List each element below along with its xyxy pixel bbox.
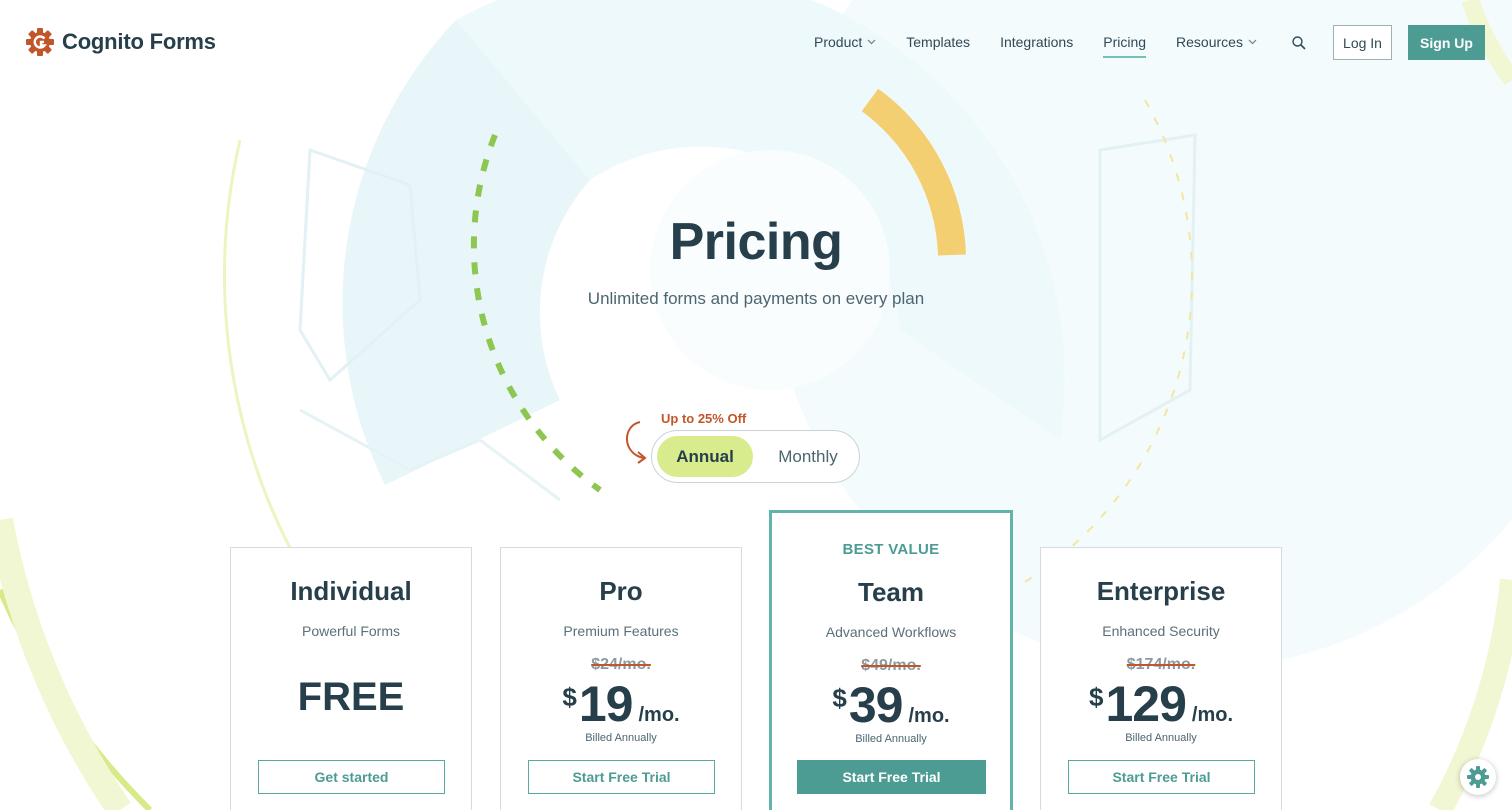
billing-toggle: Annual Monthly — [651, 430, 860, 483]
plan-card-pro: Pro Premium Features $24/mo. $ 19 /mo. B… — [500, 547, 742, 810]
start-free-trial-button[interactable]: Start Free Trial — [797, 760, 986, 794]
plan-tagline: Enhanced Security — [1102, 623, 1220, 639]
page-subtitle: Unlimited forms and payments on every pl… — [587, 289, 925, 308]
price-amount: 39 — [848, 677, 904, 733]
currency-symbol: $ — [562, 682, 577, 712]
currency-symbol: $ — [1088, 682, 1104, 712]
signup-button[interactable]: Sign Up — [1408, 25, 1485, 60]
toggle-monthly[interactable]: Monthly — [760, 436, 856, 477]
get-started-button[interactable]: Get started — [258, 760, 445, 794]
help-widget-button[interactable] — [1460, 759, 1496, 795]
plan-name: Enterprise — [1096, 576, 1226, 606]
logo[interactable]: Cognito Forms — [26, 28, 216, 56]
curved-arrow-icon — [626, 421, 647, 464]
chevron-down-icon — [1248, 39, 1257, 45]
main-nav: Product Templates Integrations Pricing R… — [814, 32, 1287, 58]
old-price: $24/mo. — [591, 656, 651, 673]
discount-label: Up to 25% Off — [661, 411, 747, 426]
billing-note: Billed Annually — [585, 732, 657, 744]
plan-tagline: Powerful Forms — [301, 623, 401, 639]
start-free-trial-button[interactable]: Start Free Trial — [1068, 760, 1255, 794]
site-header: Cognito Forms Product Templates Integrat… — [0, 0, 1512, 84]
plan-name: Pro — [599, 576, 643, 606]
old-price: $174/mo. — [1126, 656, 1196, 673]
nav-pricing[interactable]: Pricing — [1103, 32, 1147, 58]
price-row: $ 129 /mo. — [1041, 676, 1281, 732]
nav-templates[interactable]: Templates — [906, 32, 970, 52]
billing-note: Billed Annually — [855, 733, 927, 745]
billing-note: Billed Annually — [1125, 732, 1197, 744]
gear-icon — [1467, 766, 1489, 788]
old-price: $49/mo. — [861, 657, 921, 674]
cog-logo-icon — [26, 28, 54, 56]
nav-integrations[interactable]: Integrations — [1000, 32, 1073, 52]
nav-integrations-label: Integrations — [1000, 34, 1074, 50]
price-period: /mo. — [638, 704, 680, 726]
price-row: $ 19 /mo. — [501, 676, 741, 732]
page-title: Pricing — [669, 213, 843, 271]
price-row: $ 39 /mo. — [772, 677, 1010, 733]
price-period: /mo. — [1191, 704, 1234, 726]
chevron-down-icon — [867, 39, 876, 45]
price-amount: 19 — [578, 676, 634, 732]
currency-symbol: $ — [832, 683, 847, 713]
start-free-trial-button[interactable]: Start Free Trial — [528, 760, 715, 794]
nav-pricing-label: Pricing — [1103, 34, 1147, 50]
search-icon[interactable] — [1291, 35, 1307, 51]
plan-tagline: Advanced Workflows — [825, 624, 957, 640]
plan-tagline: Premium Features — [563, 623, 679, 639]
login-button[interactable]: Log In — [1333, 25, 1392, 60]
price-period: /mo. — [908, 705, 950, 727]
best-value-badge: BEST VALUE — [842, 541, 940, 558]
plan-name: Team — [858, 577, 924, 607]
plan-name: Individual — [290, 576, 412, 606]
plan-price: FREE — [297, 675, 405, 719]
plan-card-enterprise: Enterprise Enhanced Security $174/mo. $ … — [1040, 547, 1282, 810]
price-amount: 129 — [1105, 676, 1186, 732]
brand-name: Cognito Forms — [62, 29, 216, 54]
decorative-background — [0, 0, 1512, 810]
nav-product-label: Product — [814, 34, 863, 50]
nav-product[interactable]: Product — [814, 32, 876, 52]
nav-templates-label: Templates — [906, 34, 971, 50]
toggle-annual[interactable]: Annual — [657, 436, 753, 477]
plan-card-team: BEST VALUE Team Advanced Workflows $49/m… — [769, 510, 1013, 810]
nav-resources-label: Resources — [1176, 34, 1243, 50]
plan-card-individual: Individual Powerful Forms FREE Get start… — [230, 547, 472, 810]
nav-resources[interactable]: Resources — [1176, 32, 1257, 52]
